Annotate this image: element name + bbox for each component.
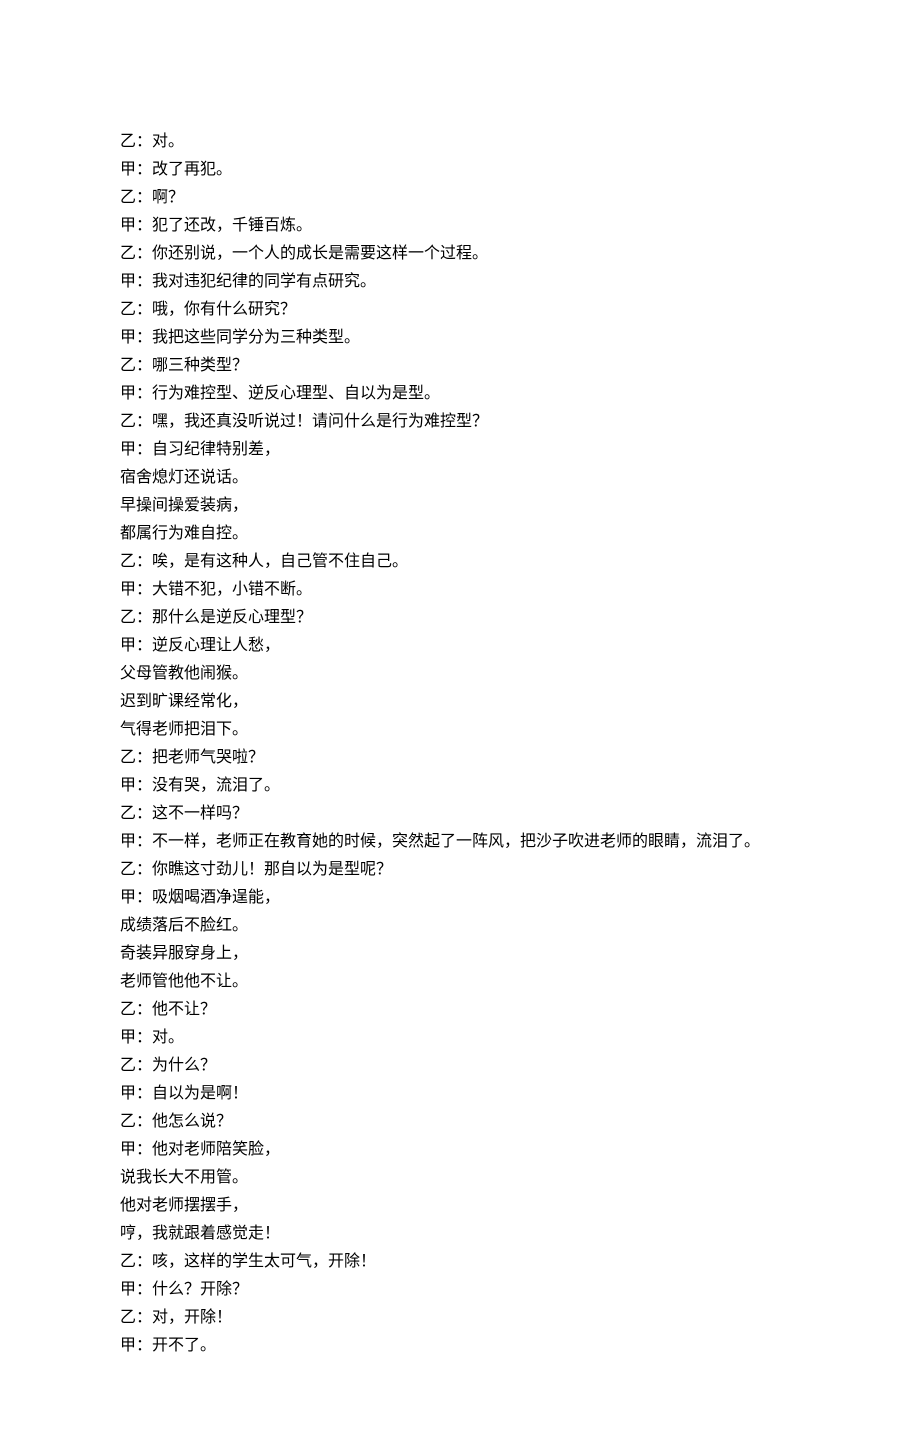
dialogue-line: 甲：他对老师陪笑脸， <box>120 1136 800 1164</box>
dialogue-line: 甲：大错不犯，小错不断。 <box>120 576 800 604</box>
dialogue-line: 乙：这不一样吗？ <box>120 800 800 828</box>
dialogue-line: 甲：开不了。 <box>120 1332 800 1360</box>
dialogue-line: 他对老师摆摆手， <box>120 1192 800 1220</box>
dialogue-line: 气得老师把泪下。 <box>120 716 800 744</box>
dialogue-line: 父母管教他闹猴。 <box>120 660 800 688</box>
dialogue-line: 乙：那什么是逆反心理型？ <box>120 604 800 632</box>
dialogue-line: 都属行为难自控。 <box>120 520 800 548</box>
dialogue-line: 乙：唉，是有这种人，自己管不住自己。 <box>120 548 800 576</box>
dialogue-line: 甲：没有哭，流泪了。 <box>120 772 800 800</box>
dialogue-line: 乙：对，开除！ <box>120 1304 800 1332</box>
dialogue-line: 早操间操爱装病， <box>120 492 800 520</box>
dialogue-line: 说我长大不用管。 <box>120 1164 800 1192</box>
dialogue-line: 甲：犯了还改，千锤百炼。 <box>120 212 800 240</box>
document-body: 乙：对。甲：改了再犯。乙：啊？甲：犯了还改，千锤百炼。乙：你还别说，一个人的成长… <box>120 128 800 1360</box>
dialogue-line: 甲：不一样，老师正在教育她的时候，突然起了一阵风，把沙子吹进老师的眼睛，流泪了。 <box>120 828 800 856</box>
dialogue-line: 乙：咳，这样的学生太可气，开除！ <box>120 1248 800 1276</box>
dialogue-line: 甲：吸烟喝酒净逞能， <box>120 884 800 912</box>
dialogue-line: 甲：对。 <box>120 1024 800 1052</box>
dialogue-line: 老师管他他不让。 <box>120 968 800 996</box>
dialogue-line: 乙：你瞧这寸劲儿！那自以为是型呢？ <box>120 856 800 884</box>
dialogue-line: 乙：他怎么说？ <box>120 1108 800 1136</box>
dialogue-line: 乙：把老师气哭啦？ <box>120 744 800 772</box>
dialogue-line: 成绩落后不脸红。 <box>120 912 800 940</box>
dialogue-line: 乙：嘿，我还真没听说过！请问什么是行为难控型？ <box>120 408 800 436</box>
dialogue-line: 乙：你还别说，一个人的成长是需要这样一个过程。 <box>120 240 800 268</box>
dialogue-line: 甲：改了再犯。 <box>120 156 800 184</box>
dialogue-line: 乙：他不让？ <box>120 996 800 1024</box>
dialogue-line: 甲：我对违犯纪律的同学有点研究。 <box>120 268 800 296</box>
dialogue-line: 甲：逆反心理让人愁， <box>120 632 800 660</box>
dialogue-line: 甲：自习纪律特别差， <box>120 436 800 464</box>
dialogue-line: 甲：自以为是啊！ <box>120 1080 800 1108</box>
dialogue-line: 迟到旷课经常化， <box>120 688 800 716</box>
dialogue-line: 乙：啊？ <box>120 184 800 212</box>
dialogue-line: 哼，我就跟着感觉走！ <box>120 1220 800 1248</box>
dialogue-line: 奇装异服穿身上， <box>120 940 800 968</box>
dialogue-line: 乙：为什么？ <box>120 1052 800 1080</box>
dialogue-line: 甲：什么？开除？ <box>120 1276 800 1304</box>
dialogue-line: 甲：我把这些同学分为三种类型。 <box>120 324 800 352</box>
dialogue-line: 宿舍熄灯还说话。 <box>120 464 800 492</box>
dialogue-line: 乙：对。 <box>120 128 800 156</box>
dialogue-line: 甲：行为难控型、逆反心理型、自以为是型。 <box>120 380 800 408</box>
dialogue-line: 乙：哦，你有什么研究？ <box>120 296 800 324</box>
document-page: 乙：对。甲：改了再犯。乙：啊？甲：犯了还改，千锤百炼。乙：你还别说，一个人的成长… <box>0 0 920 1440</box>
dialogue-line: 乙：哪三种类型？ <box>120 352 800 380</box>
